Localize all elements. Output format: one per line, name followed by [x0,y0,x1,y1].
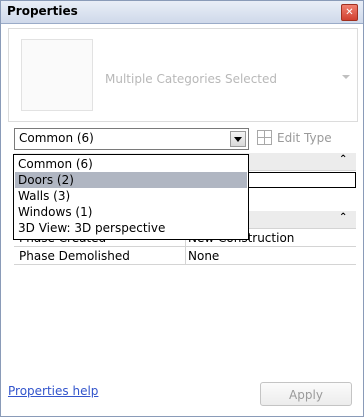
edit-type-label: Edit Type [277,131,332,145]
window-title: Properties [7,4,78,18]
close-icon: ✕ [345,7,354,18]
dropdown-item[interactable]: Common (6) [15,156,247,172]
dropdown-item-selected[interactable]: Doors (2) [15,172,247,188]
collapse-icon[interactable]: ⌃ [339,212,347,223]
category-dropdown-list: Common (6) Doors (2) Walls (3) Windows (… [13,154,249,240]
dropdown-item[interactable]: 3D View: 3D perspective [15,220,247,236]
apply-button[interactable]: Apply [260,382,352,406]
chevron-down-icon[interactable] [342,75,350,79]
category-filter-value: Common (6) [19,131,94,145]
collapse-icon[interactable]: ⌃ [339,154,347,165]
title-bar[interactable]: Properties ✕ [1,1,363,24]
dropdown-item[interactable]: Windows (1) [15,204,247,220]
property-name: Phase Demolished [19,249,130,263]
edit-type-icon [257,130,272,145]
dropdown-item[interactable]: Walls (3) [15,188,247,204]
type-selector[interactable]: Multiple Categories Selected [8,28,358,122]
dropdown-arrow-icon[interactable] [230,131,246,147]
close-button[interactable]: ✕ [341,4,358,21]
column-divider [185,247,186,264]
properties-window: Properties ✕ Multiple Categories Selecte… [0,0,364,417]
table-row[interactable]: Phase Demolished None [14,247,356,265]
property-value[interactable]: None [188,249,219,263]
properties-help-link[interactable]: Properties help [8,384,98,398]
type-selector-label: Multiple Categories Selected [105,72,277,86]
type-thumbnail [21,39,93,111]
category-filter-select[interactable]: Common (6) [14,128,249,150]
